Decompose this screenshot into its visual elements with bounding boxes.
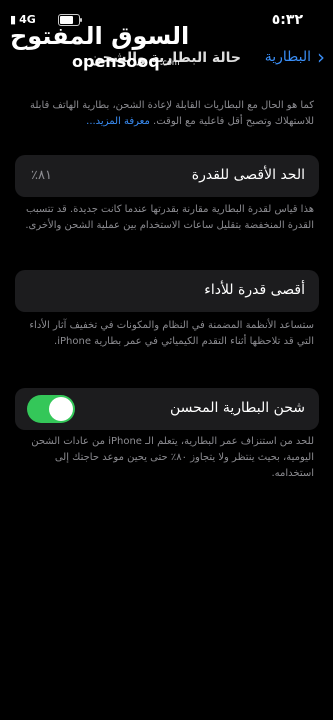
page-title: حالة البطارية والشحن [90,50,242,66]
max-capacity-row: الحد الأقصى للقدرة ٪٨١ [15,155,319,197]
status-bar: ▮ 4G ٥:٣٢ [0,0,333,40]
battery-level-fill [60,16,73,24]
toggle-knob [49,397,73,421]
network-type: 4G [19,13,36,26]
peak-performance-label: أقصى قدرة للأداء [204,282,305,298]
intro-description: كما هو الحال مع البطاريات القابلة لإعادة… [20,98,314,130]
network-indicator: ▮ 4G [10,13,36,26]
battery-icon [58,14,82,26]
max-capacity-description: هذا قياس لقدرة البطارية مقارنة بقدرتها ع… [25,204,314,231]
chevron-right-icon: › [317,45,325,69]
optimized-charging-toggle[interactable] [27,395,75,423]
peak-performance-row: أقصى قدرة للأداء [15,270,319,312]
learn-more-link[interactable]: معرفة المزيد... [86,116,150,127]
optimized-charging-row: شحن البطارية المحسن [15,388,319,430]
optimized-charging-description: للحد من استنزاف عمر البطارية، يتعلم الـ … [31,436,314,479]
signal-bars-icon: ▮ [10,13,17,26]
back-button[interactable]: البطارية › [264,45,325,69]
intro-text: كما هو الحال مع البطاريات القابلة لإعادة… [30,100,314,127]
navigation-bar: حالة البطارية والشحن البطارية › [0,40,333,78]
peak-performance-description: ستساعد الأنظمة المضمنة في النظام والمكون… [29,320,314,347]
optimized-charging-label: شحن البطارية المحسن [169,400,305,416]
max-capacity-value: ٪٨١ [31,168,52,183]
max-capacity-label: الحد الأقصى للقدرة [191,167,305,183]
status-time: ٥:٣٢ [271,12,303,28]
back-button-label: البطارية [264,49,311,65]
